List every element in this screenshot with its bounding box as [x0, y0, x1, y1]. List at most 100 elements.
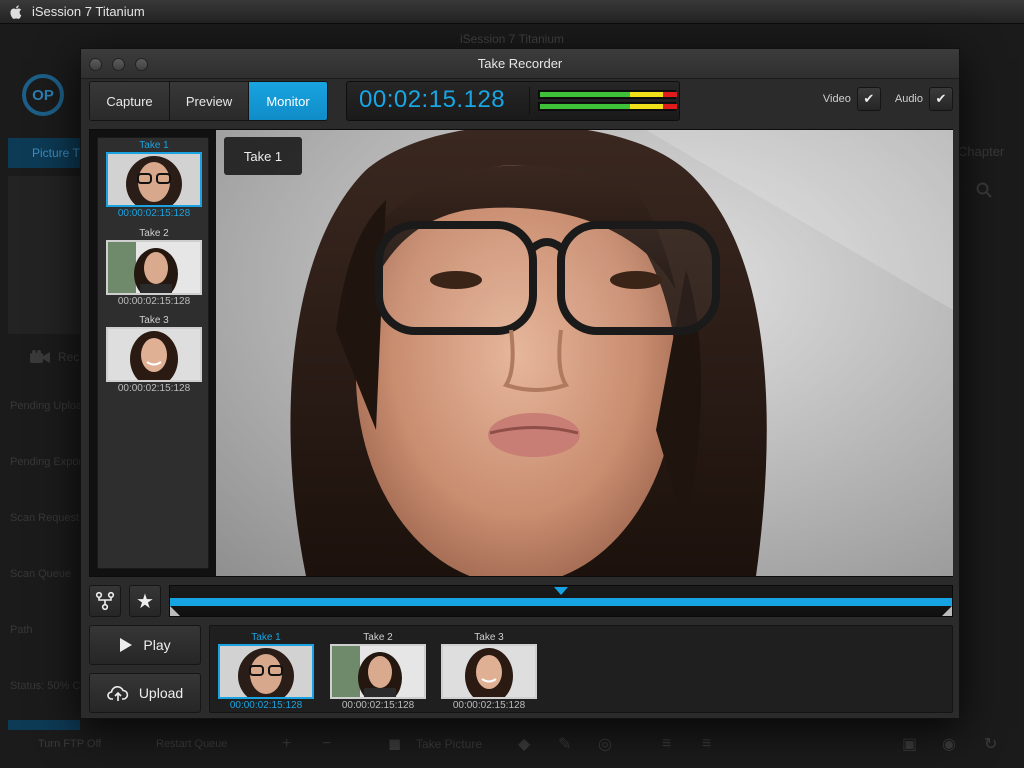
timeline-progress	[170, 598, 952, 606]
take-thumbnail	[106, 240, 202, 295]
fork-icon	[95, 591, 115, 611]
background-window-title: iSession 7 Titanium	[459, 32, 565, 46]
background-rec-label: Rec	[58, 350, 80, 364]
video-monitor[interactable]: Take 1	[216, 130, 953, 576]
takes-sidebar: Take 1 00:00:02:15:128 Take 2 00:00:02:1…	[97, 137, 209, 569]
list-item: Path	[10, 624, 33, 636]
strip-take-2[interactable]: Take 2 00:00:02:15:128	[330, 632, 426, 711]
download-icon: ≡	[662, 735, 672, 752]
app-logo: OP	[22, 74, 64, 116]
list-item: Scan Requests	[10, 512, 80, 524]
take-label: Take 2	[139, 228, 169, 239]
refresh-icon: ↻	[984, 736, 998, 753]
background-restart-button: Restart Queue	[156, 738, 228, 750]
take-recorder-window: Take Recorder Capture Preview Monitor 00…	[80, 48, 960, 719]
play-button[interactable]: Play	[89, 625, 201, 665]
sidebar-take-2[interactable]: Take 2 00:00:02:15:128	[106, 228, 202, 307]
book-icon: ▣	[902, 736, 918, 753]
lcd-display: 00:02:15.128	[346, 81, 680, 121]
favorite-button[interactable]: ★	[129, 585, 161, 617]
window-title: Take Recorder	[477, 56, 563, 71]
monitor-stage: Take 1 00:00:02:15:128 Take 2 00:00:02:1…	[89, 129, 953, 577]
timeline-row: ★	[89, 585, 953, 619]
background-thumbnail	[8, 176, 80, 334]
meter-segment-yellow	[630, 92, 663, 97]
take-label: Take 3	[474, 632, 504, 643]
checkmark-icon: ✔	[935, 91, 947, 106]
take-timecode: 00:00:02:15:128	[341, 700, 415, 711]
take-thumbnail	[218, 644, 314, 699]
sidebar-take-1[interactable]: Take 1 00:00:02:15:128	[106, 140, 202, 219]
close-window-button[interactable]	[89, 58, 102, 71]
playhead-marker[interactable]	[554, 587, 568, 595]
plus-icon: +	[282, 735, 292, 752]
timeline-scrubber[interactable]	[169, 585, 953, 617]
meter-segment-red	[663, 104, 677, 109]
takes-filmstrip: Take 1 00:00:02:15:128 Take 2 00:00:02:1…	[209, 625, 953, 713]
take-label: Take 3	[139, 315, 169, 326]
sidebar-take-3[interactable]: Take 3 00:00:02:15:128	[106, 315, 202, 394]
take-label: Take 2	[363, 632, 393, 643]
background-toolbar: Turn FTP Off Restart Queue + − ◼ Take Pi…	[0, 720, 1024, 768]
apple-icon[interactable]	[8, 4, 22, 19]
upload-button[interactable]: Upload	[89, 673, 201, 713]
mode-segmented-control: Capture Preview Monitor	[89, 81, 328, 121]
checkmark-icon: ✔	[863, 91, 875, 106]
take-timecode: 00:00:02:15:128	[117, 383, 191, 394]
meter-segment-red	[663, 92, 677, 97]
take-thumbnail	[330, 644, 426, 699]
tab-monitor[interactable]: Monitor	[249, 82, 327, 120]
video-frame-image	[290, 130, 953, 576]
window-titlebar: Take Recorder	[81, 49, 959, 79]
timeline-start-handle[interactable]	[170, 606, 180, 616]
fork-button[interactable]	[89, 585, 121, 617]
background-tab-picture: Picture T	[8, 138, 80, 168]
background-take-picture: Take Picture	[416, 737, 483, 751]
list-item: Pending Uploa	[10, 400, 80, 412]
strip-take-3[interactable]: Take 3 00:00:02:15:128	[441, 632, 537, 711]
app-menu-name[interactable]: iSession 7 Titanium	[32, 4, 145, 19]
background-status-list: Pending Uploa Pending Expor Scan Request…	[10, 400, 80, 736]
take-thumbnail	[106, 327, 202, 382]
audio-checkbox[interactable]: ✔	[929, 87, 953, 111]
minus-icon: −	[322, 735, 332, 752]
audio-meter-right	[538, 102, 677, 111]
timeline-end-handle[interactable]	[942, 606, 952, 616]
minimize-window-button[interactable]	[112, 58, 125, 71]
background-chapter-label: Chapter	[958, 144, 1005, 159]
window-controls	[89, 58, 148, 71]
search-icon	[976, 182, 992, 203]
meter-segment-yellow	[630, 104, 663, 109]
play-icon	[120, 638, 133, 652]
upload-label: Upload	[138, 685, 184, 701]
recorder-toolbar: Capture Preview Monitor 00:02:15.128 Vid…	[89, 81, 953, 121]
zoom-window-button[interactable]	[135, 58, 148, 71]
tab-preview[interactable]: Preview	[170, 82, 249, 120]
star-icon: ★	[136, 590, 154, 613]
gauge-icon: ◎	[598, 736, 612, 753]
upload-icon: ≡	[702, 735, 712, 752]
audio-meter-left	[538, 90, 677, 99]
strip-take-1[interactable]: Take 1 00:00:02:15:128	[218, 632, 314, 711]
video-checkbox[interactable]: ✔	[856, 87, 881, 111]
take-thumbnail	[441, 644, 537, 699]
take-label: Take 1	[251, 632, 281, 643]
play-label: Play	[143, 637, 171, 653]
menu-bar: iSession 7 Titanium	[0, 0, 1024, 24]
audio-level-meters	[529, 87, 677, 115]
take-timecode: 00:00:02:15:128	[229, 700, 303, 711]
wrench-icon: ✎	[558, 736, 572, 753]
background-rec: Rec	[30, 350, 79, 364]
background-ftp-button: Turn FTP Off	[38, 738, 102, 750]
av-toggles: Video ✔ Audio ✔	[815, 87, 953, 111]
current-take-badge: Take 1	[224, 137, 302, 175]
camera-icon	[30, 350, 50, 363]
cloud-upload-icon	[107, 686, 128, 701]
box-icon: ◆	[518, 736, 531, 753]
tab-capture[interactable]: Capture	[90, 82, 170, 120]
list-item: Pending Expor	[10, 456, 80, 468]
take-timecode: 00:00:02:15:128	[452, 700, 526, 711]
meter-segment-green	[540, 92, 630, 97]
take-timecode: 00:00:02:15:128	[117, 296, 191, 307]
audio-label: Audio	[894, 93, 923, 105]
